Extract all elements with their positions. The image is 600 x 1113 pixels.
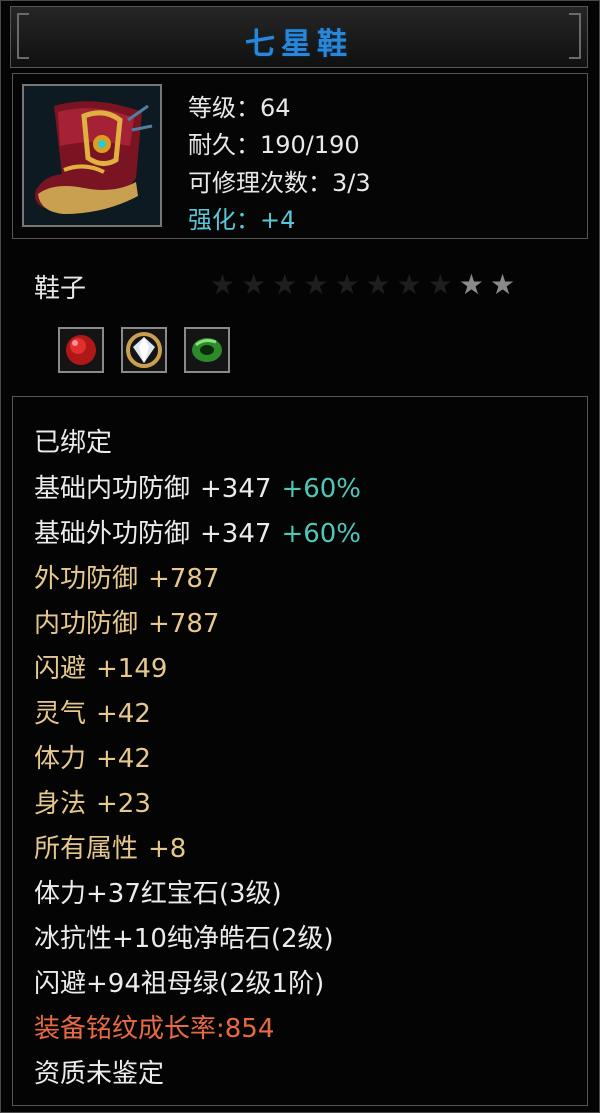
attr-label: 基础外功防御 <box>34 519 191 549</box>
attr-label: 内功防御 <box>34 609 139 639</box>
title-bar: 七星鞋 <box>10 6 588 68</box>
star-icon-empty: ★ <box>334 268 360 301</box>
ruby-gem-icon[interactable] <box>58 327 104 373</box>
gem-bonus-emerald: 闪避+94祖母绿(2级1阶) <box>34 969 325 999</box>
item-repair-count: 可修理次数：3/3 <box>188 169 371 197</box>
attr-label: 灵气 <box>34 699 87 729</box>
attr-value: +787 <box>148 609 220 639</box>
attr-value: +42 <box>96 744 151 774</box>
attr-outer-defense: 外功防御 +787 <box>34 563 219 595</box>
emerald-gem-icon[interactable] <box>184 327 230 373</box>
star-icon-filled: ★ <box>458 268 484 301</box>
attr-agility: 身法 +23 <box>34 788 151 820</box>
attr-value: +42 <box>96 699 151 729</box>
attr-label: 闪避 <box>34 654 87 684</box>
attr-label: 身法 <box>34 789 87 819</box>
item-type: 鞋子 <box>34 274 87 304</box>
star-rating: ★ ★ ★ ★ ★ ★ ★ ★ ★ ★ <box>210 270 515 300</box>
attr-label: 基础内功防御 <box>34 474 191 504</box>
item-enhance-level: 强化：+4 <box>188 206 296 234</box>
star-icon-empty: ★ <box>241 268 267 301</box>
diamond-gem-icon[interactable] <box>121 327 167 373</box>
attr-value: +787 <box>148 564 220 594</box>
gem-bonus-diamond: 冰抗性+10纯净皓石(2级) <box>34 924 334 954</box>
attr-percent: +60% <box>281 474 362 504</box>
boot-icon <box>22 84 162 227</box>
attr-inner-defense: 内功防御 +787 <box>34 608 219 640</box>
attr-value: +347 <box>200 474 272 504</box>
attr-value: +23 <box>96 789 151 819</box>
attr-label: 所有属性 <box>34 834 139 864</box>
attr-value: +347 <box>200 519 272 549</box>
star-icon-empty: ★ <box>272 268 298 301</box>
item-name: 七星鞋 <box>245 27 353 62</box>
attr-label: 外功防御 <box>34 564 139 594</box>
bound-status: 已绑定 <box>34 428 113 458</box>
attr-percent: +60% <box>281 519 362 549</box>
attr-value: +8 <box>148 834 187 864</box>
item-durability: 耐久：190/190 <box>188 131 360 159</box>
star-icon-empty: ★ <box>365 268 391 301</box>
star-icon-empty: ★ <box>210 268 236 301</box>
star-icon-empty: ★ <box>303 268 329 301</box>
item-level: 等级：64 <box>188 94 291 122</box>
star-icon-empty: ★ <box>427 268 453 301</box>
attr-value: +149 <box>96 654 168 684</box>
inscription-growth-rate: 装备铭纹成长率:854 <box>34 1014 275 1044</box>
attr-dodge: 闪避 +149 <box>34 653 167 685</box>
attr-all-attributes: 所有属性 +8 <box>34 833 186 865</box>
quality-status: 资质未鉴定 <box>34 1059 165 1089</box>
gem-bonus-ruby: 体力+37红宝石(3级) <box>34 879 282 909</box>
attr-label: 体力 <box>34 744 87 774</box>
attr-spirit: 灵气 +42 <box>34 698 151 730</box>
attr-base-outer-defense: 基础外功防御 +347 +60% <box>34 518 361 550</box>
star-icon-empty: ★ <box>396 268 422 301</box>
attr-base-inner-defense: 基础内功防御 +347 +60% <box>34 473 361 505</box>
attr-vitality: 体力 +42 <box>34 743 151 775</box>
star-icon-filled: ★ <box>489 268 516 301</box>
